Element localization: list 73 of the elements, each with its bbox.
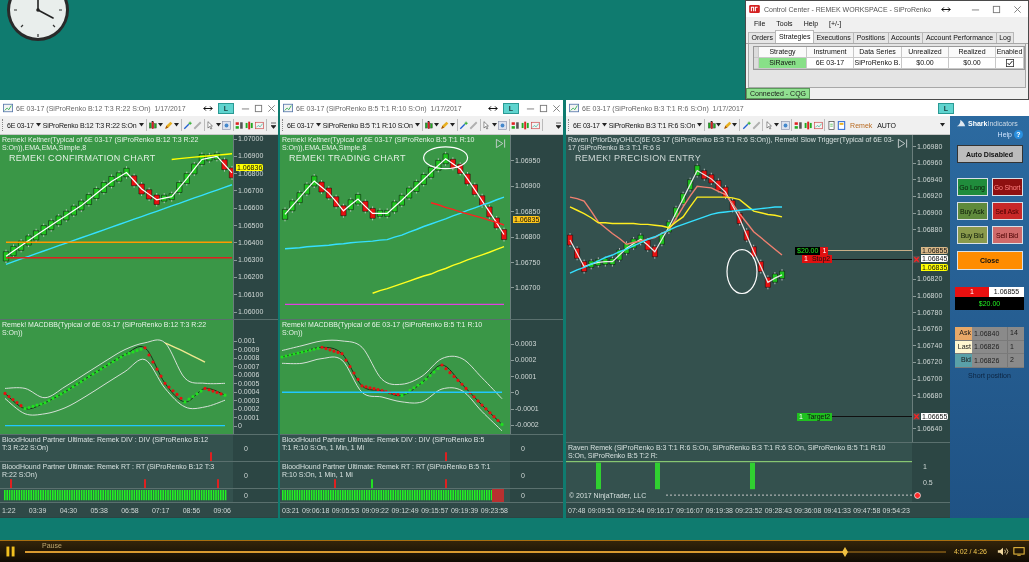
double-arrow-icon [203, 104, 213, 112]
caret-icon[interactable] [433, 123, 439, 127]
caret-icon[interactable] [449, 123, 455, 127]
caret-icon [138, 123, 144, 127]
signal-bar [750, 462, 755, 490]
playhead[interactable] [841, 546, 848, 557]
bar-chart-icon[interactable] [511, 120, 521, 130]
line-chart-icon[interactable] [813, 120, 823, 130]
pencil-icon[interactable] [722, 120, 732, 130]
candles-icon[interactable] [148, 120, 157, 130]
caret-icon [601, 123, 607, 127]
candles-chart-icon[interactable] [245, 120, 254, 130]
signal-bar [596, 462, 601, 490]
chart-window-icon [569, 103, 579, 113]
trend-line [164, 342, 206, 363]
cancel-icon[interactable] [913, 255, 920, 263]
caret-icon[interactable] [157, 123, 163, 127]
pencil-icon[interactable] [440, 120, 450, 130]
plus-line-icon[interactable] [741, 120, 751, 130]
highlight-strip [492, 489, 504, 502]
caret-icon[interactable] [716, 123, 722, 127]
panel-icon[interactable] [836, 120, 846, 130]
caret-icon [35, 123, 41, 127]
cancel-icon[interactable] [913, 413, 920, 421]
caret-icon [414, 123, 420, 127]
chart-window-icon [3, 103, 13, 113]
close-icon[interactable] [1013, 4, 1022, 14]
chart-heading: REMEK! CONFIRMATION CHART [9, 153, 156, 163]
order-line[interactable] [832, 416, 912, 418]
caret-icon[interactable] [732, 123, 738, 127]
skip-to-end-icon[interactable] [897, 138, 908, 149]
fin-icon [956, 119, 966, 127]
candles-icon[interactable] [706, 120, 716, 130]
candles-icon[interactable] [424, 120, 434, 130]
bar-chart-icon[interactable] [793, 120, 803, 130]
close-icon[interactable] [267, 103, 276, 113]
maximize-icon[interactable] [992, 4, 1001, 14]
volume-icon[interactable] [997, 547, 1009, 556]
chart-heading: REMEK! PRECISION ENTRY [575, 153, 701, 163]
plus-line-icon[interactable] [183, 120, 192, 130]
caret-icon[interactable] [491, 123, 497, 127]
order-line[interactable] [832, 258, 912, 260]
marker-icon [914, 492, 921, 499]
pencil-icon[interactable] [164, 120, 173, 130]
caret-icon [697, 123, 703, 127]
caret-icon[interactable] [173, 123, 179, 127]
bar-chart-icon[interactable] [235, 120, 244, 130]
plus-line-icon[interactable] [459, 120, 469, 130]
checkbox[interactable] [1005, 59, 1014, 67]
maximize-icon[interactable] [539, 103, 548, 113]
signal-bar [655, 462, 660, 490]
double-arrow-icon [941, 5, 951, 13]
pause-icon[interactable] [6, 546, 15, 557]
chart-heading: REMEK! TRADING CHART [289, 153, 406, 163]
overflow-icon[interactable] [556, 121, 561, 129]
caret-icon [315, 123, 321, 127]
maximize-icon[interactable] [254, 103, 263, 113]
caret-icon[interactable] [774, 123, 780, 127]
caret-icon [940, 123, 945, 127]
indicator-line [171, 153, 233, 161]
order-line[interactable] [828, 250, 912, 252]
overflow-icon[interactable] [271, 121, 276, 129]
candles-chart-icon[interactable] [803, 120, 813, 130]
line-chart-icon[interactable] [531, 120, 541, 130]
chart-window-icon [283, 103, 293, 113]
candles-chart-icon[interactable] [521, 120, 531, 130]
caret-icon[interactable] [215, 123, 221, 127]
double-arrow-icon [488, 104, 498, 112]
screen-icon[interactable] [1013, 547, 1025, 556]
app-logo-icon [749, 5, 760, 13]
close-icon[interactable] [552, 103, 561, 113]
document-icon[interactable] [826, 120, 836, 130]
line-chart-icon[interactable] [255, 120, 264, 130]
